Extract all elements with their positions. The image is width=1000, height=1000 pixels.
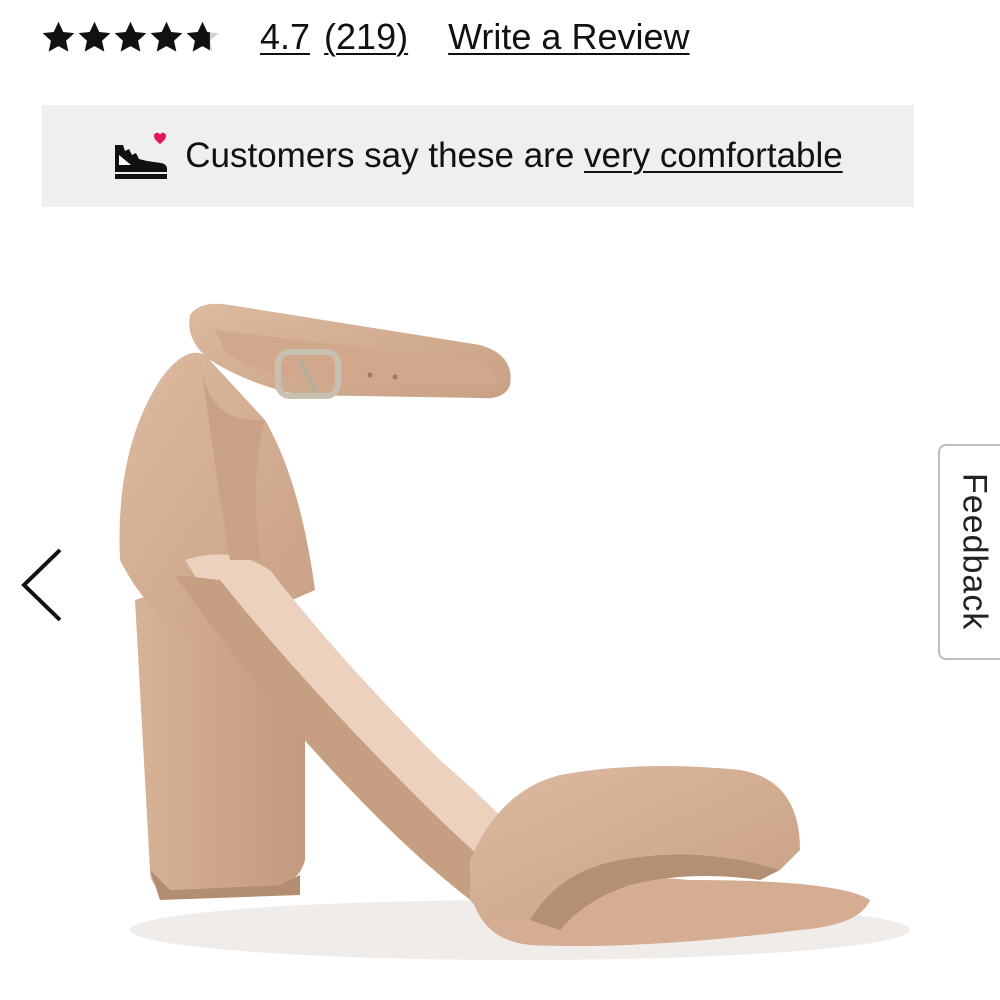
star-full-icon (78, 21, 111, 52)
feedback-tab[interactable]: Feedback (938, 444, 1000, 660)
very-comfortable-link[interactable]: very comfortable (584, 136, 843, 175)
star-full-icon (114, 21, 147, 52)
comfort-text-prefix: Customers say these are (185, 136, 585, 175)
star-partial-icon (186, 21, 219, 52)
rating-row: 4.7 (219) Write a Review (40, 12, 690, 62)
write-review-link[interactable]: Write a Review (448, 16, 689, 58)
rating-value-link[interactable]: 4.7 (260, 16, 310, 58)
star-full-icon (150, 21, 183, 52)
carousel-prev-button[interactable] (12, 540, 72, 630)
feedback-label: Feedback (955, 473, 994, 631)
sneaker-heart-icon (115, 132, 168, 179)
star-rating[interactable] (40, 19, 220, 56)
comfort-text: Customers say these are very comfortable (185, 136, 843, 176)
chevron-left-icon (21, 548, 62, 622)
sandal-illustration (119, 303, 910, 960)
product-image[interactable] (0, 230, 1000, 1000)
review-count-link[interactable]: (219) (324, 16, 408, 58)
comfort-banner: Customers say these are very comfortable (42, 105, 914, 207)
star-full-icon (42, 21, 75, 52)
